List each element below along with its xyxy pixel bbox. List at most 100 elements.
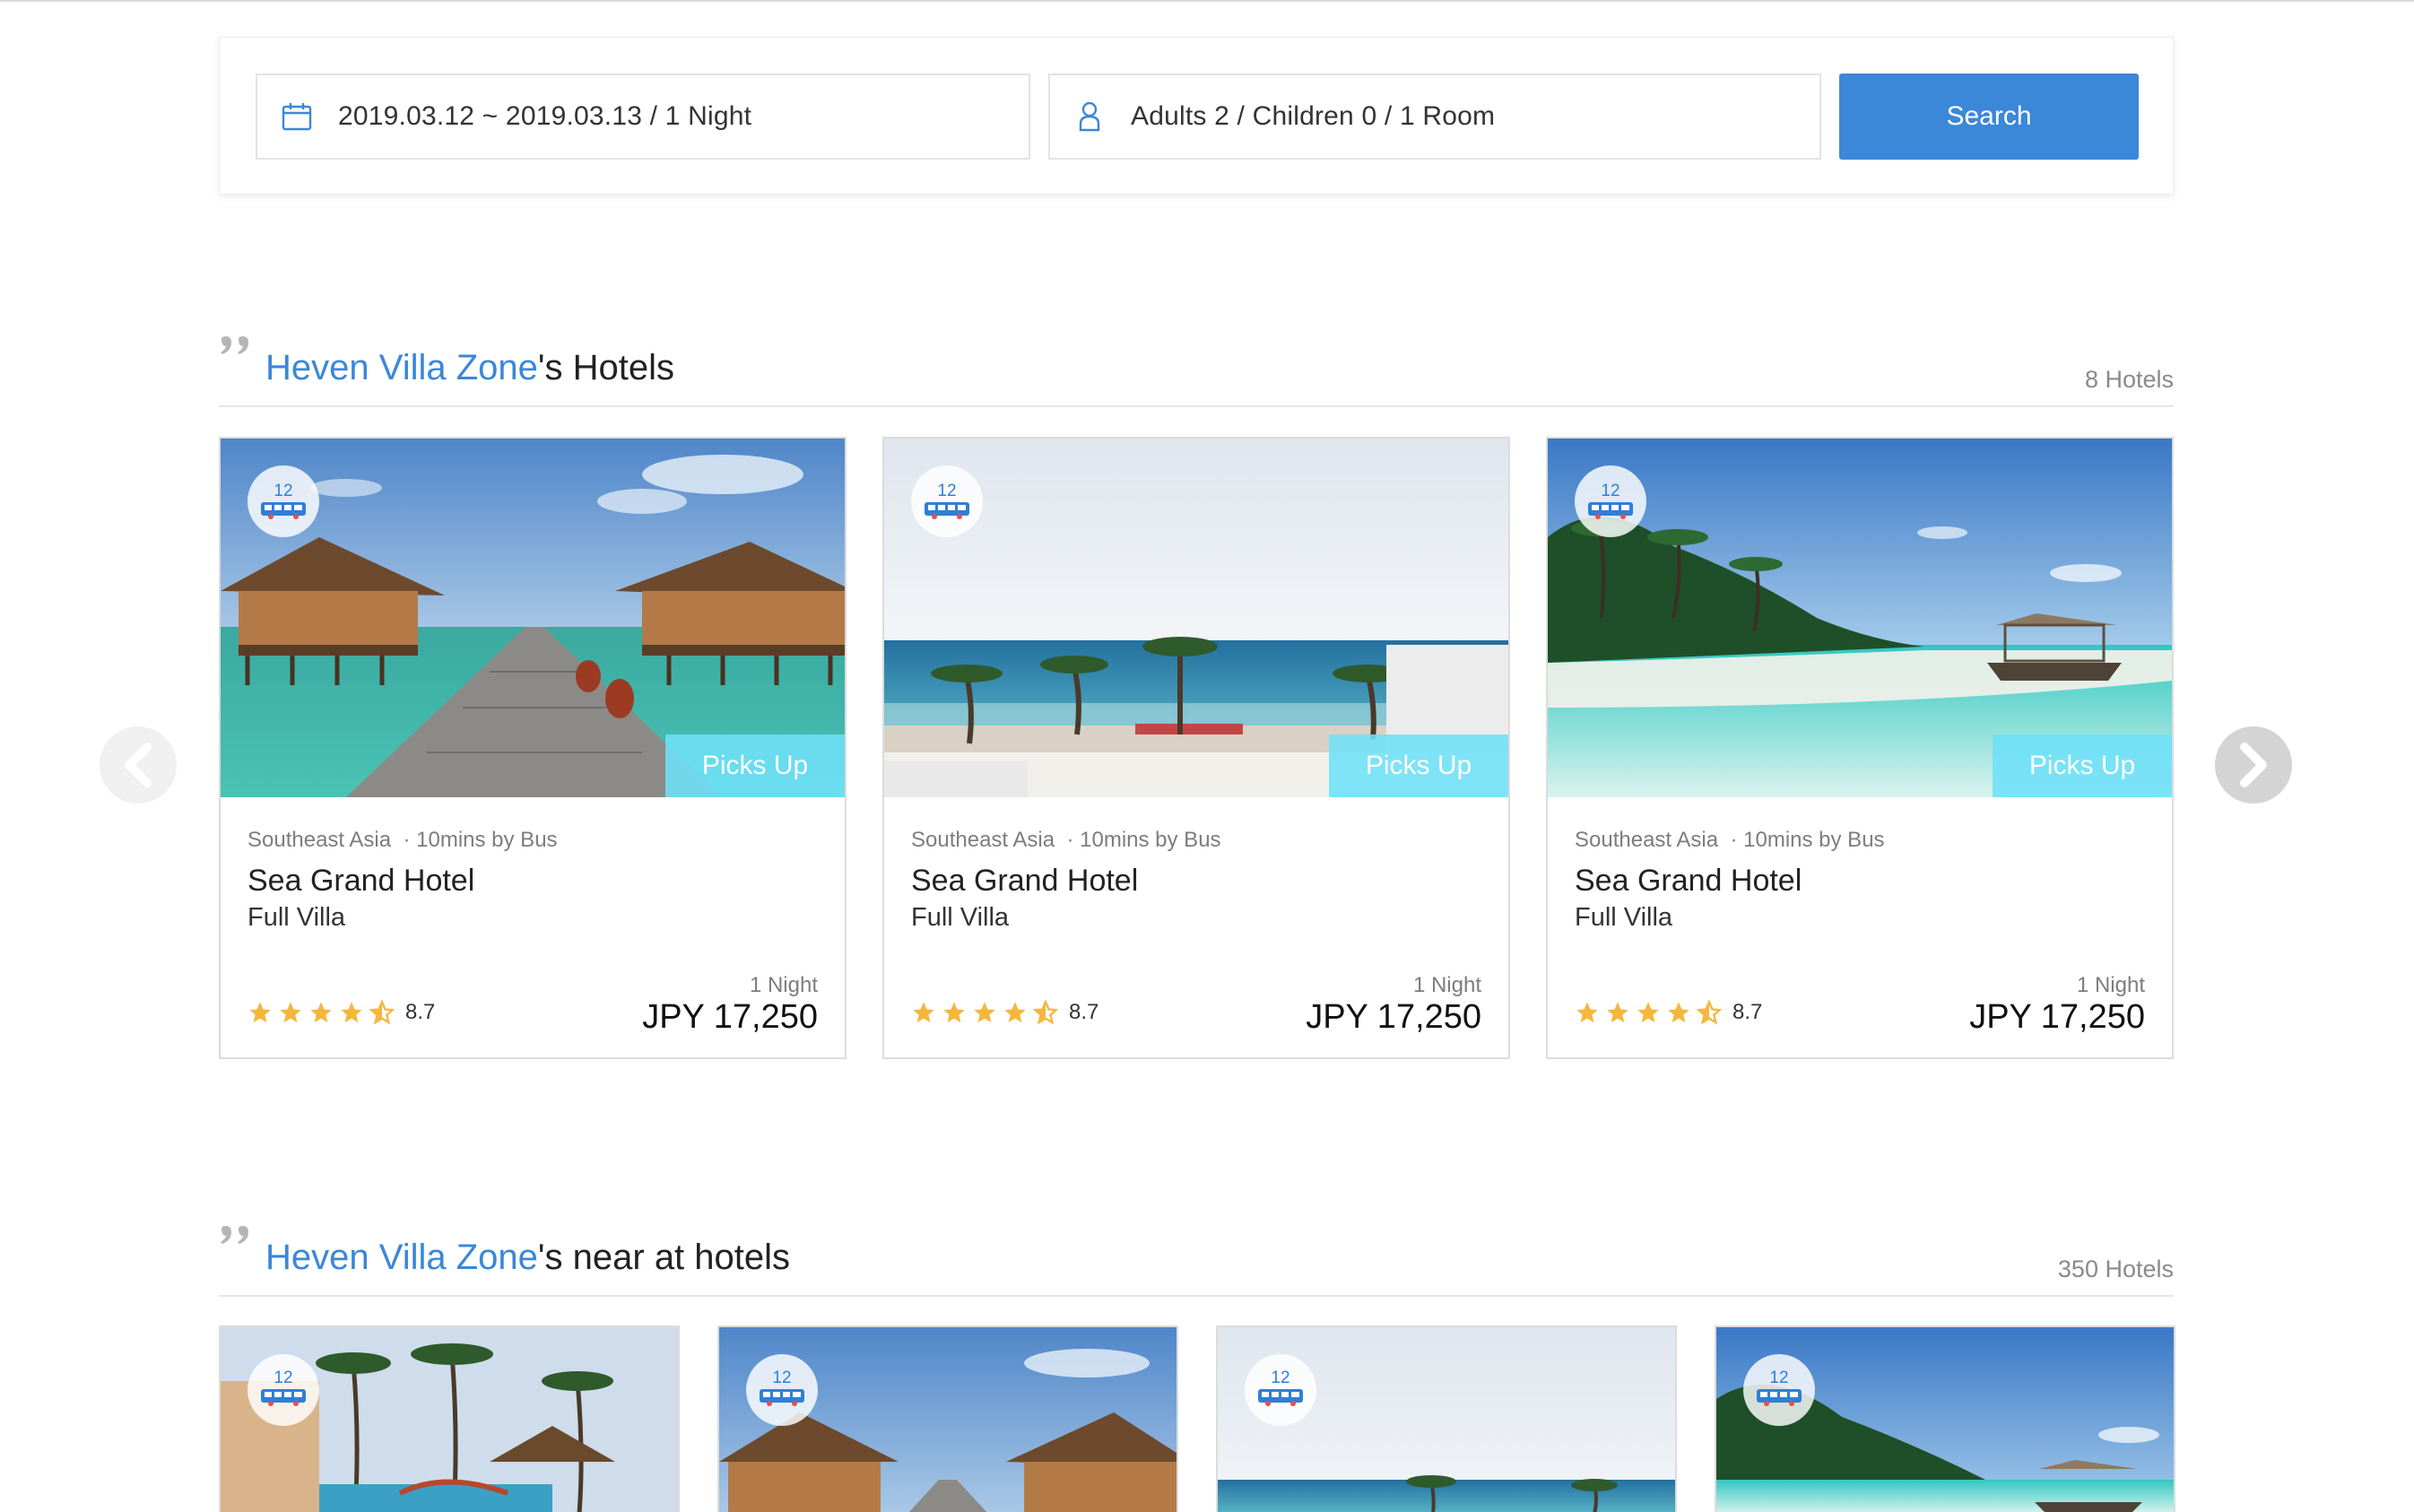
section-title-suffix: 's near at hotels bbox=[537, 1238, 791, 1277]
star-icon bbox=[1576, 1002, 1598, 1023]
hotel-name[interactable]: Sea Grand Hotel bbox=[1575, 864, 1802, 899]
half-star-icon bbox=[369, 1000, 395, 1025]
star-rating: 8.7 bbox=[247, 1000, 435, 1025]
hotel-photo[interactable]: 12 Picks Up bbox=[221, 439, 845, 797]
shuttle-badge: 12 bbox=[1743, 1354, 1815, 1426]
hotel-distance: · 10mins by Bus bbox=[403, 828, 558, 852]
hotel-region: Southeast Asia bbox=[247, 828, 392, 852]
rating-score: 8.7 bbox=[1069, 1000, 1099, 1024]
star-icon bbox=[310, 1002, 332, 1023]
bus-icon bbox=[758, 1387, 806, 1412]
zone-link[interactable]: Heven Villa Zone bbox=[265, 1238, 538, 1277]
near-hotel-card[interactable]: 12 bbox=[1715, 1325, 2175, 1512]
picks-up-badge: Picks Up bbox=[1993, 734, 2172, 797]
hotel-location: Southeast Asia · 10mins by Bus bbox=[247, 828, 558, 853]
shuttle-count: 12 bbox=[1271, 1368, 1290, 1387]
star-icon bbox=[1607, 1002, 1628, 1023]
bus-icon bbox=[1256, 1387, 1305, 1412]
star-icon bbox=[943, 1002, 965, 1023]
picks-up-badge: Picks Up bbox=[665, 734, 845, 797]
star-icon bbox=[1668, 1002, 1689, 1023]
near-hotel-card[interactable]: 12 bbox=[1216, 1325, 1677, 1512]
night-count: 1 Night bbox=[2076, 973, 2145, 997]
hotel-price: JPY 17,250 bbox=[642, 998, 818, 1036]
rating-score: 8.7 bbox=[405, 1000, 436, 1024]
shuttle-badge: 12 bbox=[1575, 465, 1646, 537]
half-star-icon bbox=[1697, 1000, 1722, 1025]
star-icon bbox=[341, 1002, 362, 1023]
date-range-field[interactable]: 2019.03.12 ~ 2019.03.13 / 1 Night bbox=[256, 74, 1030, 160]
bus-icon bbox=[1586, 500, 1635, 520]
hotel-location: Southeast Asia · 10mins by Bus bbox=[911, 828, 1221, 853]
chevron-left-icon bbox=[125, 743, 152, 787]
hotel-name[interactable]: Sea Grand Hotel bbox=[247, 864, 474, 899]
hotel-distance: · 10mins by Bus bbox=[1066, 828, 1221, 852]
carousel-next-button[interactable] bbox=[2215, 726, 2292, 804]
hotel-price: JPY 17,250 bbox=[1306, 998, 1481, 1036]
shuttle-badge: 12 bbox=[911, 465, 983, 537]
star-icon bbox=[1004, 1002, 1026, 1023]
section-title: Heven Villa Zone's near at hotels bbox=[265, 1238, 790, 1278]
shuttle-count: 12 bbox=[772, 1368, 792, 1387]
hotel-location: Southeast Asia · 10mins by Bus bbox=[1575, 828, 1885, 853]
shuttle-badge: 12 bbox=[247, 465, 319, 537]
search-panel: 2019.03.12 ~ 2019.03.13 / 1 Night Adults… bbox=[219, 37, 2174, 195]
shuttle-count: 12 bbox=[1769, 1368, 1789, 1387]
section-title-suffix: 's Hotels bbox=[537, 348, 675, 387]
hotel-photo[interactable]: 12 Picks Up bbox=[884, 439, 1508, 797]
star-icon bbox=[913, 1002, 934, 1023]
night-count: 1 Night bbox=[1412, 973, 1481, 997]
hotel-card-body: Southeast Asia · 10mins by Bus Sea Grand… bbox=[1575, 797, 2145, 1057]
hotel-photo[interactable]: 12 Picks Up bbox=[1548, 439, 2172, 797]
hotel-room-type: Full Villa bbox=[911, 903, 1010, 932]
hotel-region: Southeast Asia bbox=[911, 828, 1055, 852]
shuttle-badge: 12 bbox=[1245, 1354, 1316, 1426]
rating-score: 8.7 bbox=[1732, 1000, 1763, 1024]
hotel-room-type: Full Villa bbox=[1575, 903, 1673, 932]
shuttle-count: 12 bbox=[274, 1368, 293, 1387]
bus-icon bbox=[259, 500, 308, 520]
bus-icon bbox=[923, 500, 971, 520]
hotel-card-body: Southeast Asia · 10mins by Bus Sea Grand… bbox=[911, 797, 1481, 1057]
guests-value: Adults 2 / Children 0 / 1 Room bbox=[1131, 101, 1496, 131]
shuttle-count: 12 bbox=[1601, 482, 1620, 500]
person-icon bbox=[1072, 99, 1107, 135]
search-button[interactable]: Search bbox=[1839, 74, 2139, 160]
hotel-price: JPY 17,250 bbox=[1969, 998, 2145, 1036]
hotel-name[interactable]: Sea Grand Hotel bbox=[911, 864, 1138, 899]
hotel-card[interactable]: 12 Picks Up Southeast Asia · 10mins by B… bbox=[1546, 437, 2174, 1059]
hotel-card[interactable]: 12 Picks Up Southeast Asia · 10mins by B… bbox=[219, 437, 847, 1059]
near-hotel-card[interactable]: 12 bbox=[219, 1325, 680, 1512]
star-rating: 8.7 bbox=[911, 1000, 1098, 1025]
section-header-near-hotels: Heven Villa Zone's near at hotels 350 Ho… bbox=[219, 1225, 2174, 1297]
hotel-card[interactable]: 12 Picks Up Southeast Asia · 10mins by B… bbox=[882, 437, 1510, 1059]
section-title: Heven Villa Zone's Hotels bbox=[265, 348, 674, 388]
shuttle-count: 12 bbox=[274, 482, 293, 500]
hotel-count: 8 Hotels bbox=[2084, 366, 2174, 393]
star-icon bbox=[280, 1002, 301, 1023]
section-header-hotels: Heven Villa Zone's Hotels 8 Hotels bbox=[219, 335, 2174, 407]
hotel-card-body: Southeast Asia · 10mins by Bus Sea Grand… bbox=[247, 797, 818, 1057]
star-icon bbox=[249, 1002, 271, 1023]
chevron-right-icon bbox=[2240, 743, 2267, 787]
night-count: 1 Night bbox=[749, 973, 818, 997]
quote-icon bbox=[219, 335, 258, 370]
shuttle-badge: 12 bbox=[247, 1354, 319, 1426]
date-range-value: 2019.03.12 ~ 2019.03.13 / 1 Night bbox=[338, 101, 752, 131]
star-rating: 8.7 bbox=[1575, 1000, 1762, 1025]
quote-icon bbox=[219, 1225, 258, 1260]
bus-icon bbox=[1755, 1387, 1803, 1412]
guests-field[interactable]: Adults 2 / Children 0 / 1 Room bbox=[1048, 74, 1821, 160]
bus-icon bbox=[259, 1387, 308, 1412]
calendar-icon bbox=[279, 99, 315, 135]
star-icon bbox=[974, 1002, 995, 1023]
picks-up-badge: Picks Up bbox=[1329, 734, 1508, 797]
hotel-distance: · 10mins by Bus bbox=[1730, 828, 1885, 852]
shuttle-count: 12 bbox=[937, 482, 957, 500]
shuttle-badge: 12 bbox=[746, 1354, 818, 1426]
near-hotel-card[interactable]: 12 bbox=[717, 1325, 1178, 1512]
zone-link[interactable]: Heven Villa Zone bbox=[265, 348, 538, 387]
carousel-prev-button[interactable] bbox=[100, 726, 177, 804]
top-divider bbox=[0, 0, 2414, 2]
star-icon bbox=[1637, 1002, 1659, 1023]
